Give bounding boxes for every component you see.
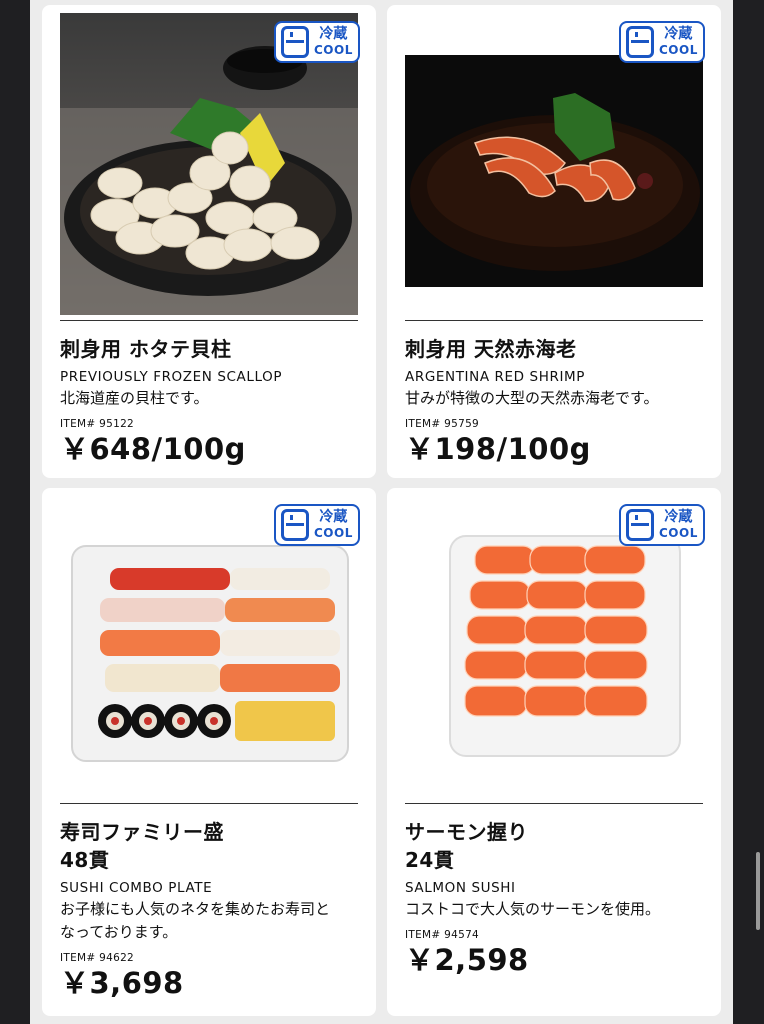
product-name-en: SUSHI COMBO PLATE — [60, 880, 213, 896]
product-name-en: ARGENTINA RED SHRIMP — [405, 369, 586, 385]
cool-badge: 冷蔵 COOL — [619, 504, 705, 546]
item-number: ITEM# 94622 — [60, 952, 135, 964]
product-info: サーモン握り 24貫 SALMON SUSHI コストコで大人気のサーモンを使用… — [405, 818, 711, 977]
badge-en-label: COOL — [659, 43, 698, 57]
product-info: 刺身用 ホタテ貝柱 PREVIOUSLY FROZEN SCALLOP 北海道産… — [60, 335, 366, 466]
product-price: ￥648/100g — [60, 432, 246, 466]
badge-en-label: COOL — [314, 43, 353, 57]
product-card-salmon-sushi[interactable]: 冷蔵 COOL サーモン握り 24貫 SALMON SUSHI コストコで大人気… — [387, 488, 721, 1016]
refrigerator-icon — [281, 509, 309, 541]
product-name-jp: 刺身用 ホタテ貝柱 — [60, 337, 232, 361]
product-description: お子様にも人気のネタを集めたお寿司と — [60, 900, 331, 918]
product-card-shrimp[interactable]: 冷蔵 COOL 刺身用 天然赤海老 ARGENTINA RED SHRIMP 甘… — [387, 5, 721, 478]
divider — [60, 320, 358, 321]
badge-en-label: COOL — [659, 526, 698, 540]
refrigerator-icon — [626, 509, 654, 541]
cool-badge: 冷蔵 COOL — [274, 21, 360, 63]
product-count: 24貫 — [405, 848, 455, 872]
scrollbar-thumb[interactable] — [756, 852, 760, 930]
cool-badge: 冷蔵 COOL — [274, 504, 360, 546]
product-card-scallop[interactable]: 冷蔵 COOL 刺身用 ホタテ貝柱 PREVIOUSLY FROZEN SCAL… — [42, 5, 376, 478]
product-description: コストコで大人気のサーモンを使用。 — [405, 900, 661, 918]
product-price: ￥198/100g — [405, 432, 591, 466]
product-count: 48貫 — [60, 848, 110, 872]
divider — [405, 803, 703, 804]
item-number: ITEM# 95122 — [60, 418, 135, 430]
badge-jp-label: 冷蔵 — [319, 509, 348, 525]
badge-en-label: COOL — [314, 526, 353, 540]
product-description: 北海道産の貝柱です。 — [60, 389, 209, 407]
product-description-line2: なっております。 — [60, 923, 178, 941]
product-name-en: SALMON SUSHI — [405, 880, 516, 896]
refrigerator-icon — [281, 26, 309, 58]
divider — [405, 320, 703, 321]
product-name-jp: 刺身用 天然赤海老 — [405, 337, 577, 361]
badge-jp-label: 冷蔵 — [319, 26, 348, 42]
cool-badge: 冷蔵 COOL — [619, 21, 705, 63]
product-description: 甘みが特徴の大型の天然赤海老です。 — [405, 389, 659, 407]
badge-jp-label: 冷蔵 — [664, 26, 693, 42]
divider — [60, 803, 358, 804]
product-name-jp: サーモン握り — [405, 820, 528, 844]
product-price: ￥3,698 — [60, 966, 184, 1000]
badge-jp-label: 冷蔵 — [664, 509, 693, 525]
product-grid: 冷蔵 COOL 刺身用 ホタテ貝柱 PREVIOUSLY FROZEN SCAL… — [30, 0, 733, 1024]
product-name-jp: 寿司ファミリー盛 — [60, 820, 224, 844]
product-price: ￥2,598 — [405, 943, 529, 977]
item-number: ITEM# 95759 — [405, 418, 480, 430]
product-info: 刺身用 天然赤海老 ARGENTINA RED SHRIMP 甘みが特徴の大型の… — [405, 335, 711, 466]
item-number: ITEM# 94574 — [405, 929, 480, 941]
product-card-sushi-combo[interactable]: 冷蔵 COOL 寿司ファミリー盛 48貫 SUSHI COMBO PLATE お… — [42, 488, 376, 1016]
refrigerator-icon — [626, 26, 654, 58]
product-info: 寿司ファミリー盛 48貫 SUSHI COMBO PLATE お子様にも人気のネ… — [60, 818, 366, 1000]
product-name-en: PREVIOUSLY FROZEN SCALLOP — [60, 369, 283, 385]
